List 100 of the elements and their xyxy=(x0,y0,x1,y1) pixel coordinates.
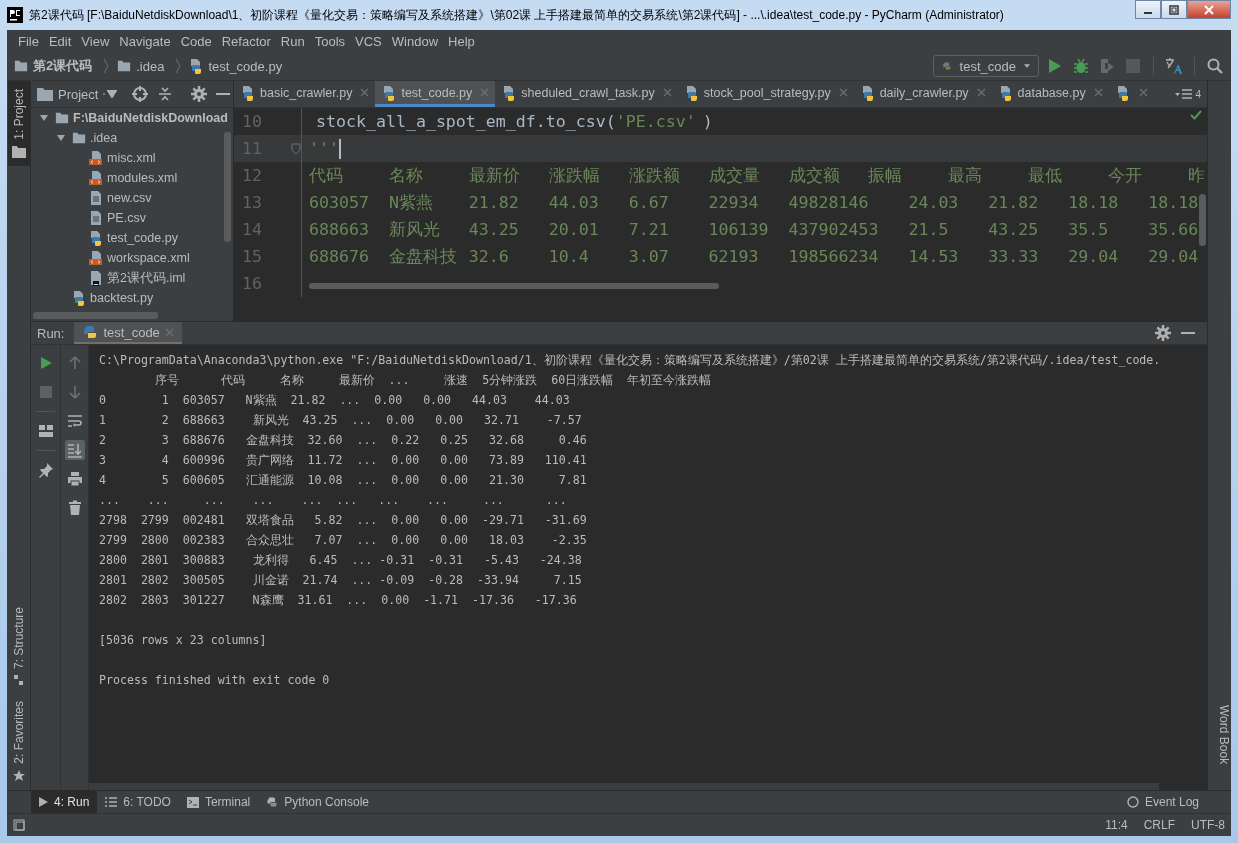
menu-item[interactable]: File xyxy=(13,33,44,49)
status-item[interactable]: CRLF xyxy=(1143,818,1175,832)
code-text: 20.01 xyxy=(548,220,600,239)
tree-item[interactable]: modules.xml xyxy=(107,171,178,185)
code-text: 振幅 xyxy=(868,164,904,187)
breadcrumb[interactable]: 第2课代码 xyxy=(33,57,93,75)
tree-item[interactable]: misc.xml xyxy=(107,151,156,165)
tree-item[interactable]: new.csv xyxy=(107,191,152,205)
console-line: 4 5 600605 汇通能源 10.08 ... 0.00 0.00 21.30 7.81 xyxy=(99,472,588,489)
code-text: 33.33 xyxy=(988,247,1040,266)
run-configuration-dropdown[interactable]: test_code xyxy=(933,55,1039,77)
code-text: 21.82 xyxy=(468,193,520,212)
console-line: 序号 代码 名称 最新价 ... 涨速 5分钟涨跌 60日涨跌幅 年初至今涨跌幅 xyxy=(153,372,713,389)
tree-item[interactable]: workspace.xml xyxy=(107,251,190,265)
breadcrumb[interactable]: .idea xyxy=(136,58,165,74)
console-line: 2799 2800 002383 合众思壮 7.07 ... 0.00 0.00 18.03 -2.35 xyxy=(99,532,588,549)
menu-item[interactable]: Window xyxy=(386,33,444,49)
tool-window-tab[interactable]: 1: Project xyxy=(7,81,30,166)
code-text: 18.18 xyxy=(1068,193,1120,212)
tool-window-tab[interactable]: 2: Favorites xyxy=(7,693,30,790)
editor-tab[interactable]: daily_crawler.py xyxy=(853,81,992,107)
tool-window-tab[interactable]: Word Book xyxy=(1208,698,1231,770)
menu-item[interactable]: Edit xyxy=(43,33,77,49)
code-text: 涨跌幅 xyxy=(548,164,601,187)
code-text: 18.18 xyxy=(1148,193,1200,212)
tree-item[interactable]: .idea xyxy=(90,131,118,145)
line-number: 12 xyxy=(241,166,262,185)
code-text: ''' xyxy=(309,139,339,158)
code-text: 10.4 xyxy=(548,247,590,266)
code-text: 29.04 xyxy=(1068,247,1120,266)
console-line: 2 3 688676 金盘科技 32.60 ... 0.22 0.25 32.68 0.46 xyxy=(99,432,588,449)
editor-tab[interactable]: stock_pool_strategy.py xyxy=(677,81,854,107)
tool-window-tab[interactable]: Terminal xyxy=(178,791,259,813)
code-text: 32.6 xyxy=(468,247,510,266)
line-number: 10 xyxy=(241,112,262,131)
console-line: 2798 2799 002481 双塔食品 5.82 ... 0.00 0.00 -29.71 -31.69 xyxy=(99,512,588,529)
console-line: 2801 2802 300505 川金诺 21.74 ... -0.09 -0.28 -33.94 7.15 xyxy=(99,572,583,589)
console-line: ... ... ... ... ... ... ... ... ... ... xyxy=(99,492,568,509)
panel-label: Run: xyxy=(37,325,65,341)
menu-item[interactable]: View xyxy=(76,33,115,49)
code-text: 62193 xyxy=(708,247,760,266)
run-tab[interactable]: test_code xyxy=(74,322,182,344)
editor-tab[interactable]: sheduled_crawl_task.py xyxy=(495,81,678,107)
status-item[interactable]: UTF-8 xyxy=(1191,818,1225,832)
code-text: 21.82 xyxy=(988,193,1040,212)
editor-tab[interactable]: test_code.py xyxy=(375,81,496,107)
code-text: 106139 xyxy=(708,220,770,239)
line-number: 13 xyxy=(241,193,262,212)
code-text: 35.66 xyxy=(1148,220,1200,239)
tool-window-tab[interactable]: 6: TODO xyxy=(97,791,179,813)
tool-window-tab[interactable]: Python Console xyxy=(258,791,378,813)
menu-item[interactable]: Tools xyxy=(309,33,351,49)
code-text: 最低 xyxy=(1028,164,1064,187)
console-line: 2800 2801 300883 龙利得 6.45 ... -0.31 -0.31 -5.43 -24.38 xyxy=(99,552,583,569)
code-text: 35.5 xyxy=(1068,220,1110,239)
console-line: 1 2 688663 新风光 43.25 ... 0.00 0.00 32.71 -7.57 xyxy=(99,412,583,429)
console-line: 3 4 600996 贵广网络 11.72 ... 0.00 0.00 73.89 110.41 xyxy=(99,452,588,469)
menu-item[interactable]: Code xyxy=(175,33,217,49)
menu-item[interactable]: VCS xyxy=(350,33,387,49)
console-line: 2802 2803 301227 N森鹰 31.61 ... 0.00 -1.71 -17.36 -17.36 xyxy=(99,592,578,609)
breadcrumb[interactable]: test_code.py xyxy=(208,58,283,74)
code-text: 198566234 xyxy=(788,247,880,266)
event-log-button[interactable]: Event Log xyxy=(1118,791,1207,813)
code-text: 代码 xyxy=(309,164,344,187)
code-text: 43.25 xyxy=(468,220,520,239)
line-number: 16 xyxy=(241,274,262,293)
tool-window-tab[interactable]: 4: Run xyxy=(31,791,98,813)
project-view-dropdown[interactable]: Project xyxy=(37,86,118,102)
menu-item[interactable]: Run xyxy=(275,33,310,49)
editor-tab[interactable]: basic_crawler.py xyxy=(234,81,376,107)
code-text: 名称 xyxy=(388,164,424,187)
code-text: 14.53 xyxy=(908,247,960,266)
code-text: 24.03 xyxy=(908,193,960,212)
menu-item[interactable]: Help xyxy=(443,33,480,49)
code-text: 成交量 xyxy=(708,164,761,187)
code-text: 22934 xyxy=(708,193,760,212)
tool-window-tab[interactable]: 7: Structure xyxy=(7,599,30,694)
tree-item[interactable]: 第2课代码.iml xyxy=(107,269,186,287)
code-text: 最新价 xyxy=(468,164,521,187)
status-item[interactable]: 11:4 xyxy=(1105,818,1128,832)
editor-tab[interactable]: database.py xyxy=(991,81,1109,107)
tab-overflow-button[interactable]: 4 xyxy=(1169,81,1207,107)
code-text: 29.04 xyxy=(1148,247,1200,266)
menu-item[interactable]: Refactor xyxy=(216,33,276,49)
code-text: 7.21 xyxy=(628,220,670,239)
tree-item[interactable]: F:\BaiduNetdiskDownload xyxy=(73,111,228,125)
code-text: 44.03 xyxy=(548,193,600,212)
code-text: 成交额 xyxy=(788,164,841,187)
code-text: 金盘科技 xyxy=(388,245,458,268)
code-text: ) xyxy=(701,112,713,131)
line-number: 15 xyxy=(241,247,262,266)
tree-item[interactable]: test_code.py xyxy=(107,231,178,245)
menu-item[interactable]: Navigate xyxy=(114,33,176,49)
code-text: 437902453 xyxy=(788,220,880,239)
code-text: 688663 xyxy=(309,220,370,239)
line-number: 14 xyxy=(241,220,262,239)
console-line: Process finished with exit code 0 xyxy=(99,672,331,689)
code-text: stock_all_a_spot_em_df.to_csv( xyxy=(315,112,616,131)
tree-item[interactable]: PE.csv xyxy=(107,211,146,225)
tree-item[interactable]: backtest.py xyxy=(90,291,154,305)
